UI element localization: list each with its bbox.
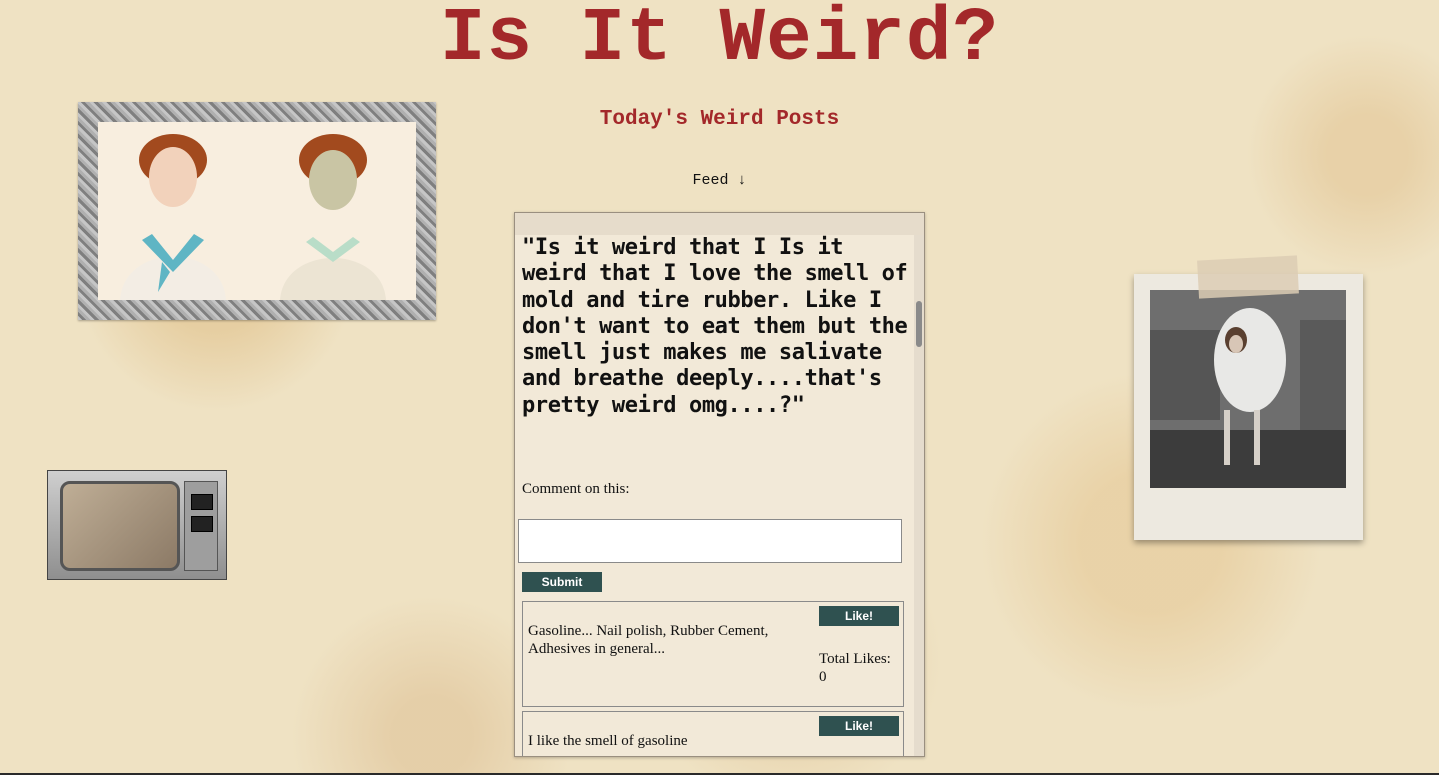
portrait-frame-image: [78, 102, 436, 320]
submit-button[interactable]: Submit: [522, 572, 602, 592]
comment-text: I like the smell of gasoline: [528, 733, 688, 749]
tv-screen: [60, 481, 180, 571]
tv-knob-icon: [191, 516, 213, 532]
post-card: "Is it weird that I Is it weird that I l…: [514, 212, 925, 757]
post-card-header: [515, 213, 924, 235]
portrait-illustration: [98, 122, 416, 300]
like-button[interactable]: Like!: [819, 716, 899, 736]
tape-strip: [1197, 255, 1299, 299]
polaroid-photo-frame: [1134, 274, 1363, 540]
post-scrollbar[interactable]: [914, 235, 924, 756]
tv-control-panel: [184, 481, 218, 571]
comment-item: Gasoline... Nail polish, Rubber Cement, …: [522, 601, 904, 707]
comment-input[interactable]: [518, 519, 902, 563]
tv-knob-icon: [191, 494, 213, 510]
television-image: [47, 470, 227, 580]
like-button[interactable]: Like!: [819, 606, 899, 626]
total-likes-count: 0: [819, 669, 827, 685]
scrollbar-thumb[interactable]: [916, 301, 922, 347]
egg-photo-illustration: [1150, 290, 1346, 488]
comment-item: I like the smell of gasoline Like!: [522, 711, 904, 756]
post-text: "Is it weird that I Is it weird that I l…: [522, 235, 908, 418]
total-likes-label: Total Likes:: [819, 651, 891, 667]
total-likes: Total Likes: 0: [819, 650, 899, 686]
egg-costume-photo: [1150, 290, 1346, 488]
site-title: Is It Weird?: [439, 0, 1000, 82]
comment-label: Comment on this:: [522, 481, 630, 497]
comment-text: Gasoline... Nail polish, Rubber Cement, …: [528, 623, 769, 657]
